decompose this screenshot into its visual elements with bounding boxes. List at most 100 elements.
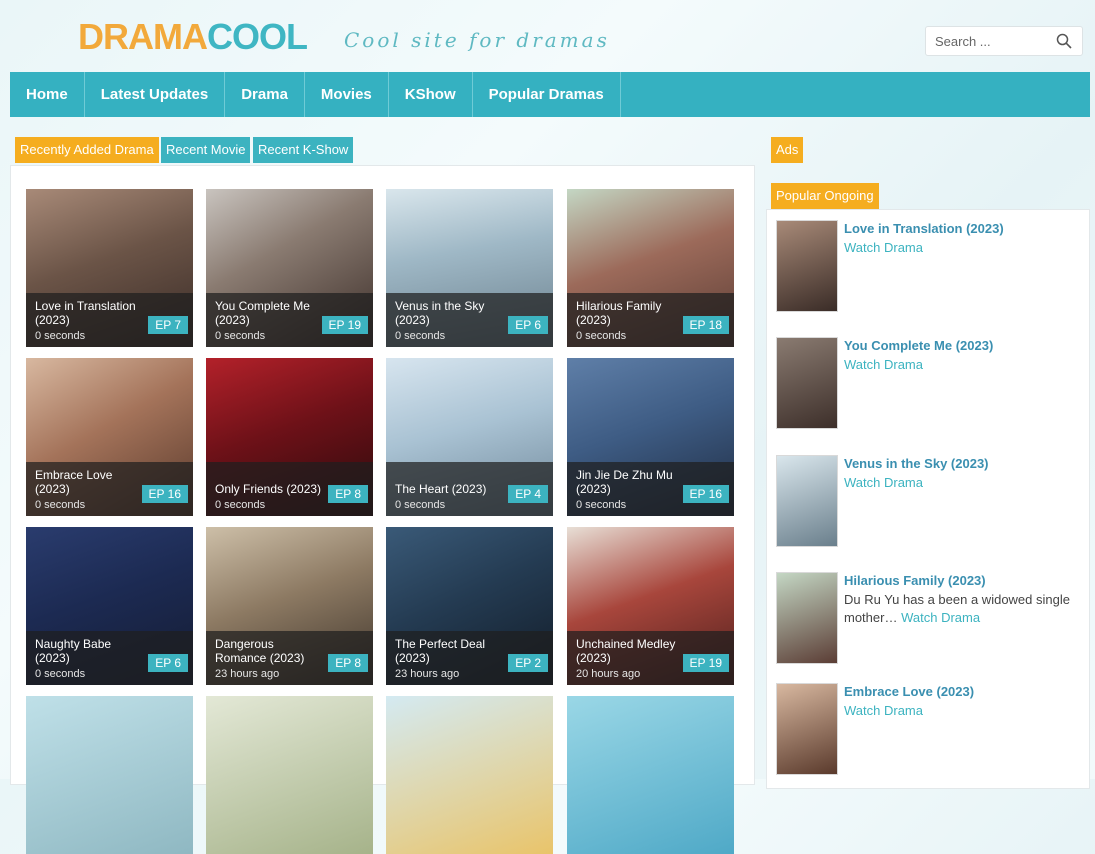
drama-card-hilarious-family[interactable]: Hilarious Family (2023) 0 seconds EP 18 xyxy=(567,189,734,347)
episode-badge: EP 2 xyxy=(508,654,548,672)
drama-card[interactable] xyxy=(567,696,734,854)
card-title: Only Friends (2023) xyxy=(215,482,322,496)
episode-badge: EP 6 xyxy=(508,316,548,334)
drama-grid-panel: Love in Translation (2023) 0 seconds EP … xyxy=(10,165,755,854)
card-title: Venus in the Sky (2023) xyxy=(395,299,485,327)
site-logo[interactable]: DRAMACOOL xyxy=(78,16,308,58)
watch-drama-link[interactable]: Watch Drama xyxy=(901,610,980,625)
card-title: Naughty Babe (2023) xyxy=(35,637,112,665)
popular-ongoing-label: Popular Ongoing xyxy=(771,183,879,209)
drama-card-jin-jie-de-zhu-mu[interactable]: Jin Jie De Zhu Mu (2023) 0 seconds EP 16 xyxy=(567,358,734,516)
popular-title[interactable]: Venus in the Sky (2023) xyxy=(844,456,989,471)
drama-card-love-in-translation[interactable]: Love in Translation (2023) 0 seconds EP … xyxy=(26,189,193,347)
nav-drama[interactable]: Drama xyxy=(225,72,305,117)
nav-home[interactable]: Home xyxy=(10,72,85,117)
popular-thumb[interactable] xyxy=(777,338,837,428)
popular-item: Love in Translation (2023) Watch Drama xyxy=(777,221,1083,316)
popular-desc: Watch Drama xyxy=(844,239,1081,257)
popular-thumb[interactable] xyxy=(777,573,837,663)
popular-item: Embrace Love (2023) Watch Drama xyxy=(777,684,1083,779)
episode-badge: EP 19 xyxy=(321,316,368,334)
popular-item: Venus in the Sky (2023) Watch Drama xyxy=(777,456,1083,551)
ads-label: Ads xyxy=(771,137,804,163)
drama-card[interactable] xyxy=(386,696,553,854)
drama-poster xyxy=(26,696,193,854)
popular-title[interactable]: Love in Translation (2023) xyxy=(844,221,1004,236)
episode-badge: EP 8 xyxy=(328,654,368,672)
card-time: 0 seconds xyxy=(576,499,627,511)
popular-thumb[interactable] xyxy=(777,684,837,774)
popular-desc: Watch Drama xyxy=(844,356,1081,374)
popular-thumb[interactable] xyxy=(777,456,837,546)
drama-card-embrace-love[interactable]: Embrace Love (2023) 0 seconds EP 16 xyxy=(26,358,193,516)
watch-drama-link[interactable]: Watch Drama xyxy=(844,703,923,718)
site-header: DRAMACOOL Cool site for dramas xyxy=(0,0,1095,72)
episode-badge: EP 6 xyxy=(148,654,188,672)
search-input[interactable] xyxy=(935,34,1047,49)
popular-title[interactable]: You Complete Me (2023) xyxy=(844,338,993,353)
logo-part-drama: DRAMA xyxy=(78,16,208,57)
drama-poster xyxy=(386,696,553,854)
episode-badge: EP 8 xyxy=(328,485,368,503)
card-title: Love in Translation (2023) xyxy=(35,299,136,327)
drama-card-you-complete-me[interactable]: You Complete Me (2023) 0 seconds EP 19 xyxy=(206,189,373,347)
card-title: Dangerous Romance (2023) xyxy=(215,637,305,665)
popular-title[interactable]: Hilarious Family (2023) xyxy=(844,573,986,588)
watch-drama-link[interactable]: Watch Drama xyxy=(844,240,923,255)
card-title: The Perfect Deal (2023) xyxy=(395,637,486,665)
card-title: Unchained Medley (2023) xyxy=(576,637,676,665)
card-title: Jin Jie De Zhu Mu (2023) xyxy=(576,468,673,496)
drama-card-unchained-medley[interactable]: Unchained Medley (2023) 20 hours ago EP … xyxy=(567,527,734,685)
popular-desc: Watch Drama xyxy=(844,702,1081,720)
card-title: Embrace Love (2023) xyxy=(35,468,113,496)
nav-movies[interactable]: Movies xyxy=(305,72,389,117)
card-time: 23 hours ago xyxy=(215,668,280,680)
watch-drama-link[interactable]: Watch Drama xyxy=(844,357,923,372)
episode-badge: EP 16 xyxy=(141,485,188,503)
popular-title[interactable]: Embrace Love (2023) xyxy=(844,684,974,699)
drama-poster xyxy=(567,696,734,854)
logo-part-cool: COOL xyxy=(206,16,308,57)
drama-card-dangerous-romance[interactable]: Dangerous Romance (2023) 23 hours ago EP… xyxy=(206,527,373,685)
nav-latest-updates[interactable]: Latest Updates xyxy=(85,72,226,117)
card-title: The Heart (2023) xyxy=(395,482,487,496)
drama-card-the-heart[interactable]: The Heart (2023) 0 seconds EP 4 xyxy=(386,358,553,516)
nav-popular-dramas[interactable]: Popular Dramas xyxy=(473,72,621,117)
card-time: 0 seconds xyxy=(576,330,627,342)
tab-recent-movie[interactable]: Recent Movie xyxy=(161,137,251,163)
drama-card-only-friends[interactable]: Only Friends (2023) 0 seconds EP 8 xyxy=(206,358,373,516)
episode-badge: EP 19 xyxy=(682,654,729,672)
card-time: 0 seconds xyxy=(35,330,86,342)
main-nav: Home Latest Updates Drama Movies KShow P… xyxy=(10,72,1090,117)
drama-card[interactable] xyxy=(26,696,193,854)
tab-recent-kshow[interactable]: Recent K-Show xyxy=(253,137,354,163)
card-time: 23 hours ago xyxy=(395,668,460,680)
card-time: 0 seconds xyxy=(395,330,446,342)
card-title: You Complete Me (2023) xyxy=(215,299,310,327)
nav-kshow[interactable]: KShow xyxy=(389,72,473,117)
episode-badge: EP 16 xyxy=(682,485,729,503)
popular-item: Hilarious Family (2023) Du Ru Yu has a b… xyxy=(777,573,1083,668)
drama-card-naughty-babe[interactable]: Naughty Babe (2023) 0 seconds EP 6 xyxy=(26,527,193,685)
popular-item: You Complete Me (2023) Watch Drama xyxy=(777,338,1083,433)
watch-drama-link[interactable]: Watch Drama xyxy=(844,475,923,490)
site-tagline: Cool site for dramas xyxy=(344,28,610,52)
card-time: 0 seconds xyxy=(395,499,446,511)
popular-ongoing-panel: Love in Translation (2023) Watch Drama Y… xyxy=(766,209,1090,789)
card-time: 20 hours ago xyxy=(576,668,641,680)
drama-card-venus-in-the-sky[interactable]: Venus in the Sky (2023) 0 seconds EP 6 xyxy=(386,189,553,347)
episode-badge: EP 18 xyxy=(682,316,729,334)
drama-poster xyxy=(206,696,373,854)
card-time: 0 seconds xyxy=(35,668,86,680)
popular-thumb[interactable] xyxy=(777,221,837,311)
search-box[interactable] xyxy=(925,26,1083,56)
card-time: 0 seconds xyxy=(35,499,86,511)
card-time: 0 seconds xyxy=(215,499,266,511)
drama-card[interactable] xyxy=(206,696,373,854)
popular-desc: Du Ru Yu has a been a widowed single mot… xyxy=(844,591,1081,627)
drama-card-the-perfect-deal[interactable]: The Perfect Deal (2023) 23 hours ago EP … xyxy=(386,527,553,685)
popular-desc: Watch Drama xyxy=(844,474,1081,492)
tab-recently-added-drama[interactable]: Recently Added Drama xyxy=(15,137,159,163)
search-icon[interactable] xyxy=(1056,33,1072,49)
episode-badge: EP 7 xyxy=(148,316,188,334)
